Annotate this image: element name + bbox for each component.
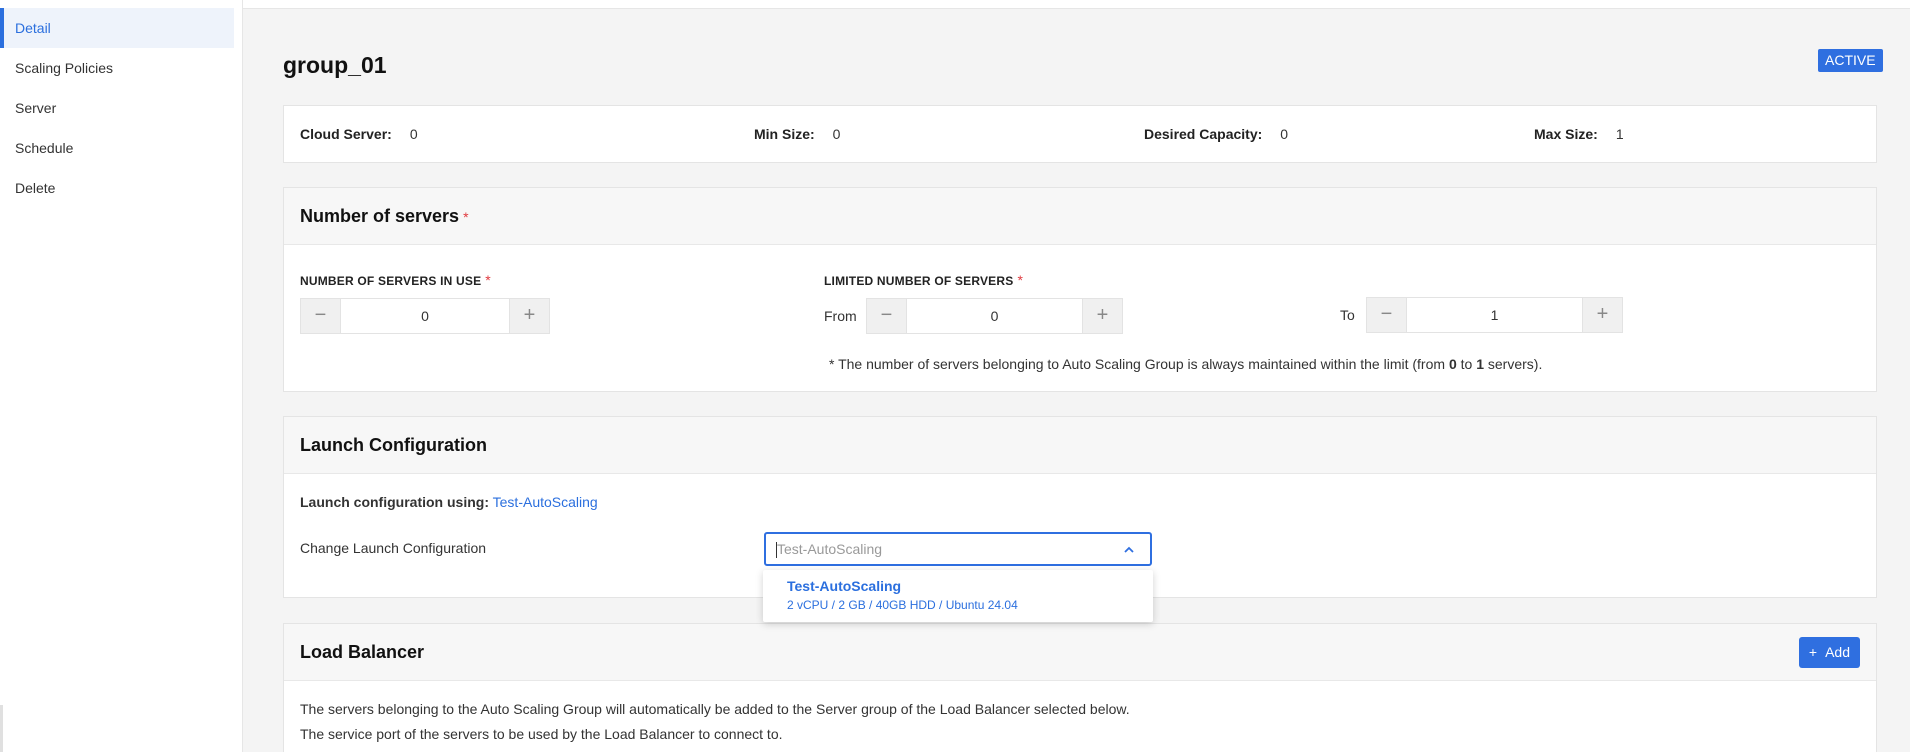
decrement-button[interactable]: − (1367, 298, 1406, 332)
to-value[interactable]: 1 (1406, 298, 1583, 332)
sidebar-item-schedule[interactable]: Schedule (0, 128, 234, 168)
summary-max-size-value: 1 (1615, 126, 1624, 142)
servers-in-use-label: NUMBER OF SERVERS IN USE * (300, 272, 491, 288)
launch-config-using-label: Launch configuration using: (300, 494, 489, 510)
sidebar-item-server[interactable]: Server (0, 88, 234, 128)
from-label: From (824, 308, 857, 324)
required-mark: * (1017, 272, 1024, 288)
note-mid: to (1456, 356, 1477, 372)
summary-min-size: Min Size: 0 (754, 126, 840, 142)
page-title: group_01 (283, 52, 387, 78)
from-value[interactable]: 0 (906, 299, 1083, 333)
sidebar-item-delete[interactable]: Delete (0, 168, 234, 208)
increment-button[interactable]: + (510, 299, 549, 333)
launch-config-select-placeholder: Test-AutoScaling (777, 541, 883, 557)
note-to-value: 1 (1476, 356, 1484, 372)
summary-max-size: Max Size: 1 (1534, 126, 1624, 142)
decrement-button[interactable]: − (301, 299, 340, 333)
summary-min-size-label: Min Size: (754, 126, 815, 142)
add-load-balancer-button[interactable]: + Add (1798, 637, 1860, 668)
launch-config-using: Launch configuration using: Test-AutoSca… (300, 494, 598, 510)
sidebar-scroll-marker (0, 705, 3, 752)
servers-limit-note: * The number of servers belonging to Aut… (829, 356, 1542, 372)
servers-card: Number of servers * NUMBER OF SERVERS IN … (283, 187, 1877, 392)
summary-max-size-label: Max Size: (1534, 126, 1598, 142)
load-balancer-card-header: Load Balancer + Add (284, 624, 1876, 681)
increment-button[interactable]: + (1583, 298, 1622, 332)
sidebar: Detail Scaling Policies Server Schedule … (0, 0, 243, 752)
dropdown-option-subtitle[interactable]: 2 vCPU / 2 GB / 40GB HDD / Ubuntu 24.04 (787, 598, 1018, 612)
summary-cloud-server-label: Cloud Server: (300, 126, 392, 142)
limited-servers-label: LIMITED NUMBER OF SERVERS * (824, 272, 1023, 288)
note-prefix: * The number of servers belonging to Aut… (829, 356, 1449, 372)
launch-config-dropdown: Test-AutoScaling 2 vCPU / 2 GB / 40GB HD… (763, 570, 1153, 622)
sidebar-top-spacer (0, 0, 242, 8)
plus-icon: + (1808, 644, 1818, 660)
summary-cloud-server: Cloud Server: 0 (300, 126, 418, 142)
increment-button[interactable]: + (1083, 299, 1122, 333)
launch-config-card-header: Launch Configuration (284, 417, 1876, 474)
servers-in-use-value[interactable]: 0 (340, 299, 510, 333)
status-badge: ACTIVE (1818, 49, 1883, 72)
launch-config-select[interactable]: Test-AutoScaling (764, 532, 1152, 566)
summary-cloud-server-value: 0 (409, 126, 418, 142)
load-balancer-card-title: Load Balancer (300, 642, 425, 662)
chevron-up-icon[interactable] (1122, 543, 1136, 557)
load-balancer-description-2: The service port of the servers to be us… (300, 726, 783, 742)
required-mark: * (485, 272, 491, 288)
launch-config-link[interactable]: Test-AutoScaling (493, 494, 598, 510)
required-mark: * (463, 209, 469, 225)
summary-min-size-value: 0 (832, 126, 841, 142)
summary-desired-capacity-value: 0 (1280, 126, 1289, 142)
to-label: To (1340, 307, 1355, 323)
sidebar-item-scaling-policies[interactable]: Scaling Policies (0, 48, 234, 88)
decrement-button[interactable]: − (867, 299, 906, 333)
summary-desired-capacity: Desired Capacity: 0 (1144, 126, 1288, 142)
note-suffix: servers). (1484, 356, 1543, 372)
add-button-label: Add (1825, 644, 1850, 660)
to-stepper[interactable]: − 1 + (1366, 297, 1623, 333)
load-balancer-card: Load Balancer + Add The servers belongin… (283, 623, 1877, 752)
servers-card-title: Number of servers * (300, 206, 469, 227)
top-bar (243, 0, 1910, 9)
note-from-value: 0 (1448, 356, 1457, 372)
summary-desired-capacity-label: Desired Capacity: (1144, 126, 1263, 142)
dropdown-option-title[interactable]: Test-AutoScaling (787, 578, 901, 594)
servers-in-use-stepper[interactable]: − 0 + (300, 298, 550, 334)
sidebar-item-detail[interactable]: Detail (0, 8, 234, 48)
main-content: group_01 ACTIVE Cloud Server: 0 Min Size:… (243, 0, 1910, 752)
load-balancer-description-1: The servers belonging to the Auto Scalin… (300, 701, 1130, 717)
launch-config-card-title: Launch Configuration (300, 435, 487, 455)
change-launch-config-label: Change Launch Configuration (300, 540, 487, 556)
servers-in-use-label-text: NUMBER OF SERVERS IN USE (300, 274, 482, 288)
servers-title-text: Number of servers (300, 206, 460, 226)
limited-servers-label-text: LIMITED NUMBER OF SERVERS (824, 274, 1014, 288)
summary-bar: Cloud Server: 0 Min Size: 0 Desired Capaci… (283, 105, 1877, 163)
from-stepper[interactable]: − 0 + (866, 298, 1123, 334)
servers-card-header: Number of servers * (284, 188, 1876, 245)
